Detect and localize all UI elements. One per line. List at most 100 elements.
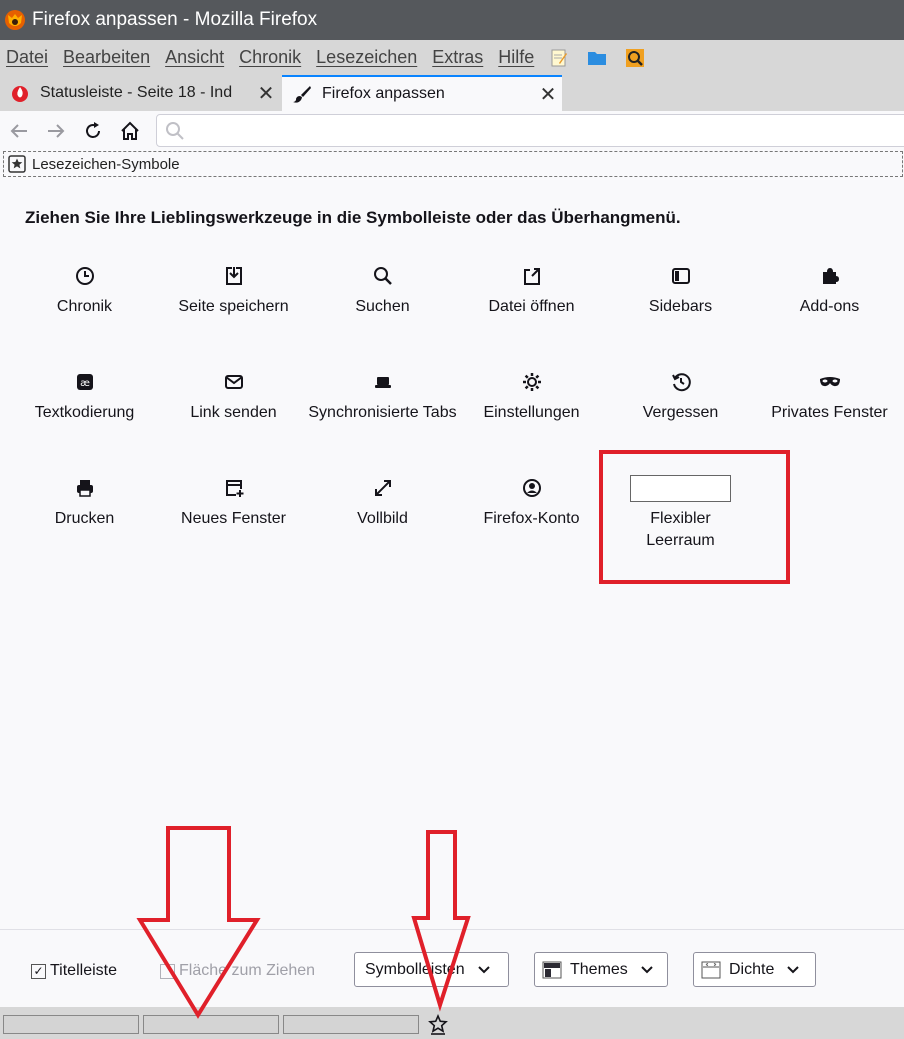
tab-firefox-anpassen[interactable]: Firefox anpassen ✕ [282,75,562,111]
svg-text:æ: æ [80,378,90,389]
text-encoding-icon: æ [76,374,93,390]
clock-icon [75,267,94,285]
tool-label: Add-ons [799,298,860,315]
tool-drucken[interactable]: Drucken [10,474,159,530]
density-dropdown-button[interactable]: Dichte [693,952,816,987]
menu-hilfe[interactable]: Hilfe [498,47,534,68]
menu-bearbeiten[interactable]: Bearbeiten [63,47,150,68]
gear-icon [522,373,541,391]
notepad-icon[interactable] [549,48,569,68]
tab-statusleiste[interactable]: Statusleiste - Seite 18 - Ind ✕ [0,75,280,111]
theme-icon [542,961,562,978]
puzzle-icon [822,268,839,284]
themes-button-label: Themes [570,960,628,978]
firefox-fox-icon [5,10,25,30]
tool-neues-fenster[interactable]: Neues Fenster [159,474,308,530]
tool-privates-fenster[interactable]: Privates Fenster [755,368,904,424]
titlebar-checkbox[interactable]: ✓ Titelleiste [31,962,117,980]
printer-icon [76,480,93,497]
tool-chronik[interactable]: Chronik [10,262,159,318]
menu-ansicht[interactable]: Ansicht [165,47,224,68]
tool-synchronisierte-tabs[interactable]: Synchronisierte Tabs [308,368,457,424]
status-panel [143,1015,279,1034]
tool-label: Einstellungen [483,404,580,421]
status-bar [0,1007,904,1039]
tool-label: Datei öffnen [488,298,575,315]
tool-sidebars[interactable]: Sidebars [606,262,755,318]
close-tab-icon[interactable]: ✕ [534,82,562,107]
bookmarks-toolbar[interactable]: Lesezeichen-Symbole [3,151,903,177]
tool-add-ons[interactable]: Add-ons [755,262,904,318]
back-arrow-icon [10,124,27,138]
menu-chronik[interactable]: Chronik [239,47,301,68]
toolbars-dropdown-button[interactable]: Symbolleisten [354,952,509,987]
account-icon [522,479,541,497]
menubar: Datei Bearbeiten Ansicht Chronik Lesezei… [0,40,904,75]
status-panel [283,1015,419,1034]
tab-title: Statusleiste - Seite 18 - Ind [40,84,233,101]
forward-button[interactable] [37,113,74,149]
fullscreen-icon [374,480,391,496]
tool-label: Vollbild [357,510,408,527]
sidebar-icon [671,268,690,284]
flame-icon [12,86,28,102]
density-button-label: Dichte [729,960,775,978]
customize-instruction: Ziehen Sie Ihre Lieblingswerkzeuge in di… [25,208,681,227]
tool-label: Vergessen [642,404,719,421]
tool-vergessen[interactable]: Vergessen [606,368,755,424]
navigation-toolbar [0,111,904,151]
window-titlebar: Firefox anpassen - Mozilla Firefox [0,0,904,40]
mail-icon [224,375,243,389]
toolbars-button-label: Symbolleisten [365,960,465,978]
tool-label: Suchen [355,298,410,315]
menu-datei[interactable]: Datei [6,47,48,68]
tool-label: Textkodierung [34,404,135,421]
checkbox-checked-icon: ✓ [31,963,46,979]
chevron-down-icon [477,965,490,973]
tool-einstellungen[interactable]: Einstellungen [457,368,606,424]
synced-tabs-icon [374,377,391,388]
forward-arrow-icon [47,124,64,138]
bookmarks-toolbar-label: Lesezeichen-Symbole [32,155,180,173]
bookmark-star-outline-icon[interactable] [428,1014,448,1036]
tool-suchen[interactable]: Suchen [308,262,457,318]
tool-label: Drucken [54,510,115,527]
paintbrush-icon [293,86,311,103]
reload-icon [85,122,100,138]
window-title: Firefox anpassen - Mozilla Firefox [32,9,318,30]
menu-extras[interactable]: Extras [432,47,483,68]
tool-seite-speichern[interactable]: Seite speichern [159,262,308,318]
folder-icon[interactable] [587,48,607,68]
customize-footer: ✓ Titelleiste Fläche zum Ziehen Symbolle… [0,929,904,1007]
mask-icon [819,377,840,387]
tool-label: Privates Fenster [771,404,888,421]
drag-space-checkbox[interactable]: Fläche zum Ziehen [160,962,315,980]
bookmark-star-icon [8,155,26,173]
tool-link-senden[interactable]: Link senden [159,368,308,424]
highlight-box [599,450,790,584]
chevron-down-icon [787,965,800,973]
close-tab-icon[interactable]: ✕ [252,81,280,106]
search-icon [373,267,392,285]
tool-label: Neues Fenster [181,510,286,527]
chevron-down-icon [641,965,653,973]
new-window-icon [225,480,243,497]
search-magnifier-icon[interactable] [625,48,645,68]
tool-label: Link senden [190,404,277,421]
reload-button[interactable] [74,113,111,149]
themes-dropdown-button[interactable]: Themes [534,952,668,987]
checkbox-unchecked-icon [160,963,175,979]
tool-label: Firefox-Konto [483,510,580,527]
tool-vollbild[interactable]: Vollbild [308,474,457,530]
home-button[interactable] [111,113,148,149]
titlebar-checkbox-label: Titelleiste [50,962,117,979]
tool-firefox-konto[interactable]: Firefox-Konto [457,474,606,530]
tool-textkodierung[interactable]: æ Textkodierung [10,368,159,424]
tool-datei-oeffnen[interactable]: Datei öffnen [457,262,606,318]
menu-lesezeichen[interactable]: Lesezeichen [316,47,417,68]
tab-bar: Statusleiste - Seite 18 - Ind ✕ Firefox … [0,75,904,111]
back-button[interactable] [0,113,37,149]
url-bar[interactable] [156,114,904,147]
open-file-icon [523,268,540,285]
tool-label: Sidebars [648,298,713,315]
